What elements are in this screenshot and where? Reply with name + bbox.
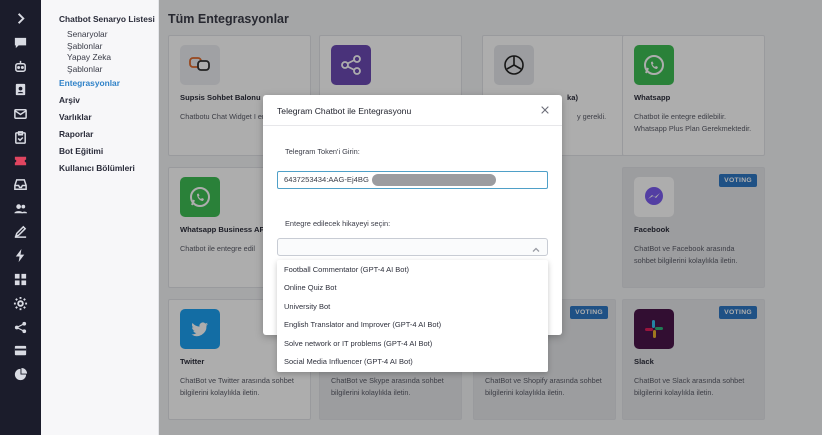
story-option[interactable]: University Bot (277, 298, 548, 316)
users-icon[interactable] (11, 199, 29, 217)
telegram-token-input[interactable]: 6437253434:AAG-Ej4BG (277, 171, 548, 189)
menu-item-raporlar[interactable]: Raporlar (41, 129, 158, 140)
menu-item-kullanici-bolumleri[interactable]: Kullanıcı Bölümleri (41, 163, 158, 174)
icon-rail (0, 0, 41, 435)
story-dropdown: Football Commentator (GPT-4 AI Bot) Onli… (277, 260, 548, 372)
contacts-icon[interactable] (11, 80, 29, 98)
modal-title: Telegram Chatbot ile Entegrasyonu (277, 106, 412, 116)
edit-icon[interactable] (11, 222, 29, 240)
story-option[interactable]: English Translator and Improver (GPT-4 A… (277, 316, 548, 334)
share-icon[interactable] (11, 318, 29, 336)
menu-sub-ai-sablonlar[interactable]: Şablonlar (41, 64, 158, 76)
pie-chart-icon[interactable] (11, 365, 29, 383)
close-icon[interactable] (539, 104, 551, 116)
robot-icon[interactable] (11, 57, 29, 75)
menu-sub-senaryolar[interactable]: Senaryolar (41, 29, 158, 41)
story-option[interactable]: Solve network or IT problems (GPT-4 AI B… (277, 335, 548, 353)
chevron-up-icon (531, 242, 541, 252)
menu-item-varliklar[interactable]: Varlıklar (41, 112, 158, 123)
story-select[interactable] (277, 238, 548, 256)
menu-sub-sablonlar[interactable]: Şablonlar (41, 41, 158, 53)
token-label: Telegram Token'i Girin: (285, 147, 360, 156)
token-value: 6437253434:AAG-Ej4BG (284, 175, 369, 184)
menu-scenario-heading[interactable]: Chatbot Senaryo Listesi (41, 14, 158, 25)
story-option[interactable]: Online Quiz Bot (277, 279, 548, 297)
modal-header: Telegram Chatbot ile Entegrasyonu (263, 95, 562, 126)
chat-icon[interactable] (11, 33, 29, 51)
menu-item-arsiv[interactable]: Arşiv (41, 95, 158, 106)
bolt-icon[interactable] (11, 246, 29, 264)
grid-icon[interactable] (11, 270, 29, 288)
card-icon[interactable] (11, 341, 29, 359)
clipboard-icon[interactable] (11, 128, 29, 146)
secondary-menu: Chatbot Senaryo Listesi Senaryolar Şablo… (41, 0, 159, 435)
menu-item-entegrasyonlar[interactable]: Entegrasyonlar (41, 78, 158, 89)
story-option[interactable]: Football Commentator (GPT-4 AI Bot) (277, 261, 548, 279)
inbox-icon[interactable] (11, 175, 29, 193)
menu-sub-yapay-zeka[interactable]: Yapay Zeka (41, 52, 158, 64)
ticket-icon[interactable] (11, 151, 29, 169)
mail-icon[interactable] (11, 104, 29, 122)
menu-item-bot-egitimi[interactable]: Bot Eğitimi (41, 146, 158, 157)
story-label: Entegre edilecek hikayeyi seçin: (285, 219, 391, 228)
redacted-token-mask (372, 174, 496, 186)
settings-icon[interactable] (11, 294, 29, 312)
story-option[interactable]: Social Media Influencer (GPT-4 AI Bot) (277, 353, 548, 371)
chevron-right-icon[interactable] (11, 9, 29, 27)
